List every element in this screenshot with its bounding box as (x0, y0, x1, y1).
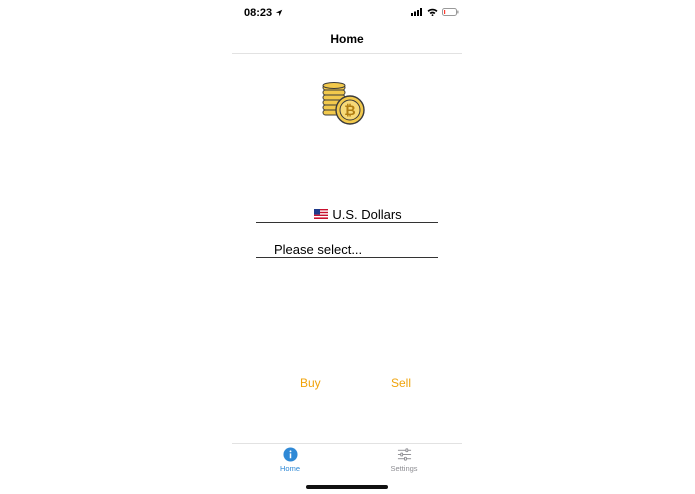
bitcoin-coins-icon: ₿ (322, 82, 365, 125)
wifi-icon (427, 8, 438, 16)
cellular-signal-icon (411, 8, 422, 16)
us-flag-icon (314, 209, 329, 219)
svg-text:₿: ₿ (344, 103, 355, 119)
home-indicator[interactable] (306, 485, 388, 489)
crypto-select-placeholder: Please select... (274, 241, 363, 257)
location-arrow-icon (275, 9, 283, 17)
sliders-icon (397, 448, 411, 461)
tab-home-label: Home (279, 464, 300, 473)
info-circle-icon (282, 447, 298, 462)
app-screen: 08:23 Home ₿ U.S. Dollars Please select.… (0, 0, 695, 494)
battery-icon (442, 8, 459, 16)
tab-settings[interactable]: Settings (374, 447, 434, 473)
tab-home[interactable]: Home (260, 447, 320, 473)
buy-button[interactable]: Buy (300, 376, 321, 390)
tab-bar-divider (232, 443, 462, 444)
sell-button[interactable]: Sell (391, 376, 411, 390)
crypto-select-field[interactable]: Please select... (256, 241, 438, 258)
status-time-text: 08:23 (244, 7, 273, 19)
currency-field[interactable]: U.S. Dollars (256, 206, 438, 223)
currency-value: U.S. Dollars (332, 206, 402, 222)
nav-divider (232, 53, 462, 54)
status-bar-indicators (411, 8, 459, 16)
tab-settings-label: Settings (390, 464, 418, 473)
page-title: Home (330, 32, 364, 46)
status-bar-time: 08:23 (244, 7, 283, 19)
